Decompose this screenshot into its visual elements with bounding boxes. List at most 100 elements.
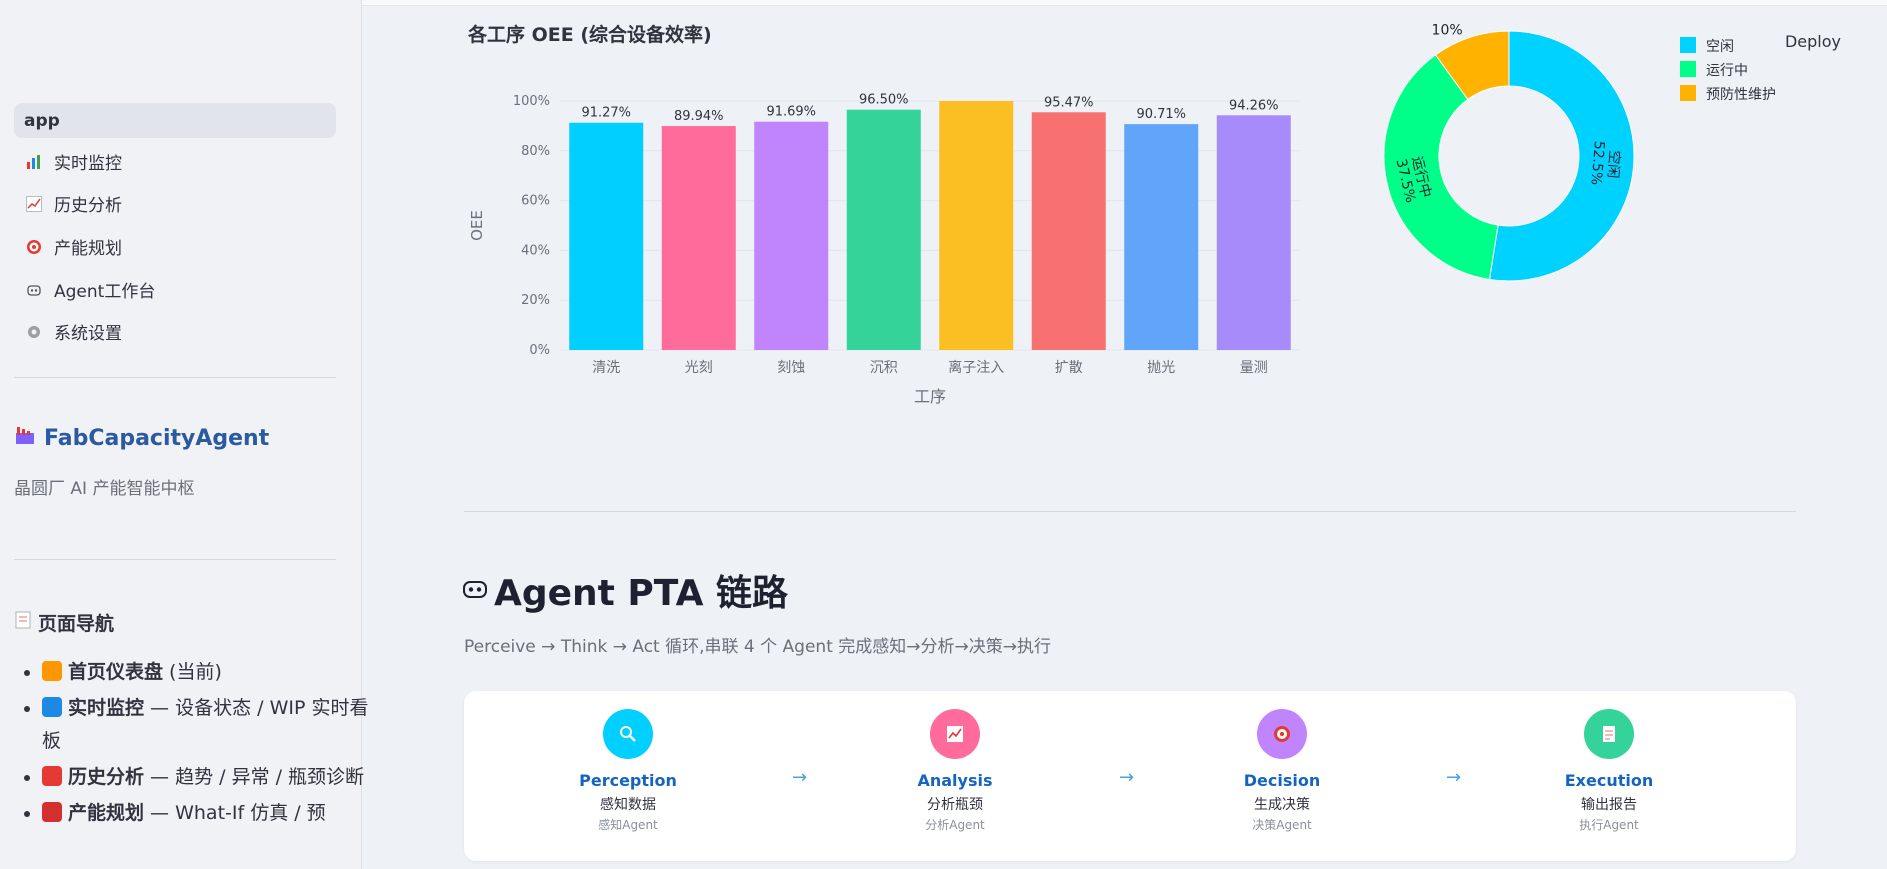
- stage-agent: 决策Agent: [1252, 818, 1312, 832]
- sidebar-item-label: 产能规划: [54, 239, 122, 259]
- page-nav-item-planning: 产能规划 — What-If 仿真 / 预: [42, 797, 372, 830]
- page-nav-item-bold: 实时监控: [68, 697, 145, 719]
- sidebar-item-label: 系统设置: [54, 324, 122, 344]
- bar: [939, 101, 1014, 350]
- main-content: Deploy 各工序 OEE (综合设备效率) 0% 20% 40% 60% 80% 10…: [362, 0, 1887, 869]
- sidebar-item-label: 实时监控: [54, 154, 122, 174]
- divider: [464, 511, 1796, 512]
- stage-desc: 分析瓶颈: [927, 797, 983, 813]
- page-nav-item-home: 首页仪表盘 (当前): [42, 656, 372, 689]
- legend-swatch: [1680, 85, 1696, 101]
- stage-desc: 感知数据: [600, 797, 656, 813]
- trend-chart-icon: [42, 766, 62, 786]
- x-tick-label: 抛光: [1147, 360, 1175, 376]
- legend-label: 预防性维护: [1706, 87, 1776, 103]
- stage-perception: Perception 感知数据 感知Agent: [528, 709, 728, 833]
- bar: [754, 121, 829, 350]
- donut-slice-value: 10%: [1432, 23, 1463, 39]
- chart-title: 各工序 OEE (综合设备效率): [468, 24, 712, 46]
- page-nav-item-bold: 首页仪表盘: [68, 661, 164, 683]
- magnifier-icon: [603, 709, 653, 759]
- bar-value-label: 91.69%: [766, 105, 816, 120]
- y-tick-label: 40%: [521, 243, 550, 258]
- sidebar-item-realtime-monitor[interactable]: 实时监控: [14, 144, 336, 179]
- sidebar-item-label: Agent工作台: [54, 282, 156, 302]
- bar: [1124, 124, 1199, 350]
- sidebar-item-history-analysis[interactable]: 历史分析: [14, 186, 336, 221]
- stage-name: Analysis: [917, 771, 993, 790]
- y-axis-title: OEE: [468, 210, 486, 241]
- y-tick-label: 60%: [521, 194, 550, 209]
- page-nav-title-text: 页面导航: [38, 613, 115, 635]
- legend-swatch: [1680, 61, 1696, 77]
- sidebar: app 实时监控 历史分析 产能规划 Agent工作台 系统设置 FabCapa…: [0, 0, 368, 869]
- bar: [661, 126, 736, 350]
- stage-agent: 分析Agent: [925, 818, 985, 832]
- brand-title: FabCapacityAgent: [14, 425, 269, 451]
- legend-label: 空闲: [1706, 39, 1734, 55]
- stage-name: Execution: [1564, 771, 1654, 790]
- page-nav-item-bold: 产能规划: [68, 802, 145, 824]
- brand-title-text: FabCapacityAgent: [44, 425, 270, 451]
- sidebar-item-label: app: [24, 110, 60, 131]
- page-icon: [14, 611, 32, 634]
- bar: [1031, 112, 1106, 351]
- stage-execution: Execution 输出报告 执行Agent: [1509, 709, 1709, 833]
- sidebar-item-app[interactable]: app: [14, 103, 336, 138]
- pta-pipeline-card: Perception 感知数据 感知Agent → Analysis 分析瓶颈 …: [464, 691, 1796, 861]
- report-icon: [1584, 709, 1634, 759]
- arrow-icon: →: [1119, 767, 1135, 788]
- arrow-icon: →: [792, 767, 808, 788]
- trend-chart-icon: [24, 194, 44, 214]
- x-tick-label: 刻蚀: [777, 360, 805, 376]
- page-nav-item-bold: 历史分析: [68, 766, 145, 788]
- bar: [846, 109, 921, 350]
- bar-chart-icon: [42, 697, 62, 717]
- divider: [14, 377, 336, 378]
- stage-agent: 感知Agent: [598, 818, 658, 832]
- chart-icon: [930, 709, 980, 759]
- page-nav-item-realtime: 实时监控 — 设备状态 / WIP 实时看板: [42, 692, 372, 758]
- x-tick-label: 量测: [1240, 360, 1268, 376]
- legend-swatch: [1680, 37, 1696, 53]
- y-tick-label: 100%: [513, 94, 550, 109]
- factory-icon: [14, 425, 36, 451]
- bar: [1216, 115, 1291, 350]
- top-bar: [362, 0, 1887, 6]
- legend-label: 运行中: [1706, 63, 1748, 79]
- brand-subtitle: 晶圆厂 AI 产能智能中枢: [14, 479, 195, 499]
- arrow-icon: →: [1446, 767, 1462, 788]
- stage-agent: 执行Agent: [1579, 818, 1639, 832]
- x-axis-title: 工序: [914, 387, 946, 406]
- stage-desc: 生成决策: [1254, 797, 1310, 813]
- stage-name: Decision: [1243, 771, 1321, 790]
- robot-icon: [462, 570, 488, 611]
- y-tick-label: 80%: [521, 144, 550, 159]
- sidebar-item-agent-workbench[interactable]: Agent工作台: [14, 272, 336, 307]
- y-tick-label: 0%: [529, 343, 550, 358]
- page-nav-item-text: (当前): [163, 661, 222, 683]
- robot-icon: [24, 280, 44, 300]
- bar-value-label: 89.94%: [674, 109, 724, 124]
- stage-name: Perception: [579, 771, 677, 790]
- sidebar-item-label: 历史分析: [54, 196, 122, 216]
- target-icon: [1257, 709, 1307, 759]
- sidebar-item-system-settings[interactable]: 系统设置: [14, 314, 336, 349]
- status-donut-chart: 空闲52.5%运行中37.5%预防性维护10%空闲运行中预防性维护: [1383, 23, 1776, 282]
- bar-chart-icon: [24, 152, 44, 172]
- bar-value-label: 91.27%: [581, 106, 631, 121]
- house-icon: [42, 661, 62, 681]
- gear-icon: [24, 322, 44, 342]
- page-nav-list: 首页仪表盘 (当前) 实时监控 — 设备状态 / WIP 实时看板 历史分析 —…: [10, 656, 372, 833]
- page-nav-title: 页面导航: [14, 609, 114, 636]
- stage-desc: 输出报告: [1581, 797, 1637, 813]
- x-tick-label: 沉积: [870, 360, 898, 376]
- bar: [569, 122, 644, 350]
- pta-title-text: Agent PTA 链路: [494, 573, 788, 614]
- x-tick-label: 扩散: [1055, 360, 1083, 376]
- x-tick-label: 光刻: [685, 360, 713, 376]
- stage-analysis: Analysis 分析瓶颈 分析Agent: [855, 709, 1055, 833]
- sidebar-item-capacity-planning[interactable]: 产能规划: [14, 229, 336, 264]
- stage-decision: Decision 生成决策 决策Agent: [1182, 709, 1382, 833]
- bar-value-label: 90.71%: [1136, 107, 1186, 122]
